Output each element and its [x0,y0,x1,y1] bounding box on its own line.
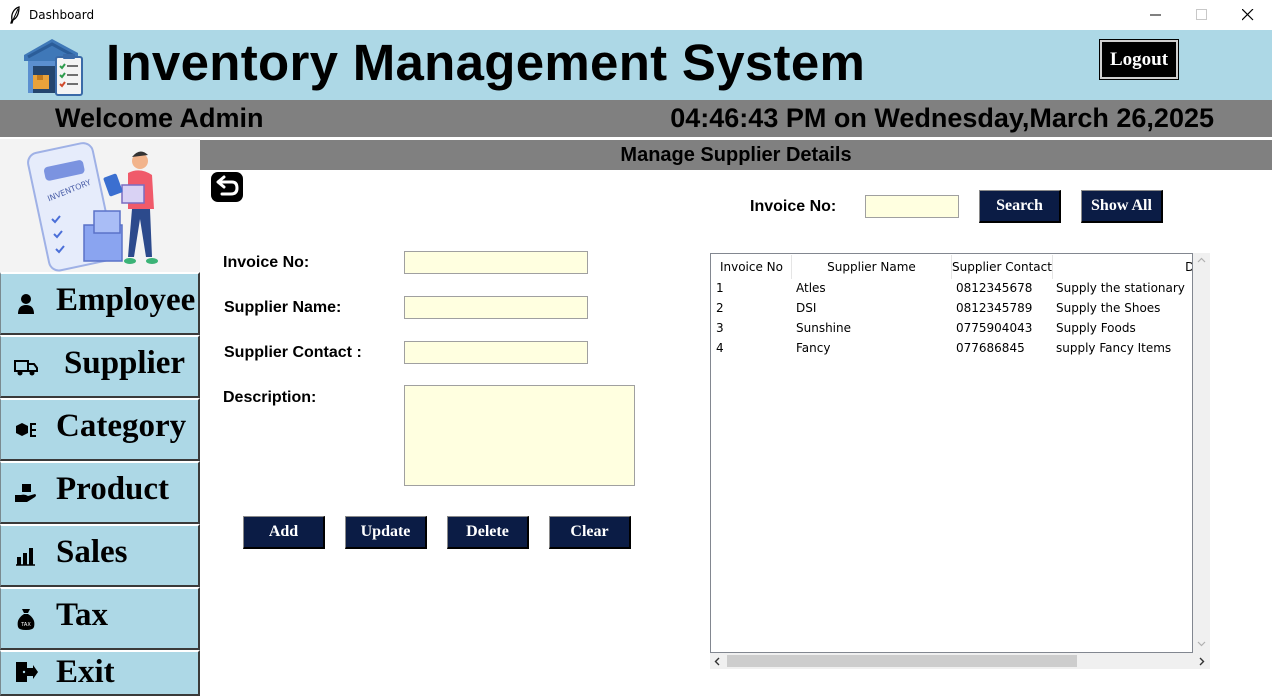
svg-text:TAX: TAX [20,622,31,628]
warehouse-logo-icon [24,39,83,96]
sidebar-item-exit[interactable]: Exit [0,650,200,696]
window-title: Dashboard [29,8,95,22]
supplier-name-input[interactable] [404,296,588,319]
sidebar: INVENTORY Employee Supplier Category Pro… [0,139,200,696]
search-invoice-label: Invoice No: [750,198,837,215]
logout-button[interactable]: Logout [1099,39,1179,80]
welcome-bar: Welcome Admin 04:46:43 PM on Wednesday,M… [0,100,1272,137]
exit-door-icon [16,662,38,682]
truck-icon [14,360,38,376]
supplier-name-label: Supplier Name: [224,299,342,316]
section-heading-bar: Manage Supplier Details [200,140,1272,170]
sidebar-item-label: Exit [56,654,115,690]
sidebar-item-sales[interactable]: Sales [0,524,200,587]
sidebar-item-product[interactable]: Product [0,461,200,524]
app-title: Inventory Management System [106,34,866,91]
welcome-text: Welcome Admin [55,103,264,133]
invoice-no-input[interactable] [404,251,588,274]
back-arrow-icon[interactable] [210,171,244,203]
update-button[interactable]: Update [345,516,427,549]
add-button[interactable]: Add [243,516,325,549]
table-cell: Supply the Shoes [1056,301,1161,315]
minimize-icon [1150,14,1161,16]
table-cell: Atles [796,281,826,295]
table-cell: Supply Foods [1056,321,1136,335]
column-header[interactable]: Supplier Name [792,255,952,279]
table-cell: DSI [796,301,817,315]
close-icon [1242,9,1254,21]
supplier-table[interactable]: Invoice No Supplier Name Supplier Contac… [710,253,1210,669]
category-icon [16,423,36,437]
app-header: Inventory Management System Logout [0,30,1272,100]
table-cell: Fancy [796,341,831,355]
app-window: Dashboard Inventory Management System Lo… [0,0,1272,696]
sidebar-item-supplier[interactable]: Supplier [0,335,200,398]
sidebar-item-tax[interactable]: TAX Tax [0,587,200,650]
sidebar-item-employee[interactable]: Employee [0,272,200,335]
table-cell: 0775904043 [956,321,1033,335]
description-textarea[interactable] [404,385,635,486]
table-cell: 077686845 [956,341,1025,355]
chevron-right-icon[interactable] [1199,657,1205,666]
supplier-contact-input[interactable] [404,341,588,364]
sidebar-item-label: Category [56,408,187,444]
close-button[interactable] [1225,0,1271,30]
maximize-icon [1196,9,1207,20]
tax-bag-icon: TAX [17,609,35,630]
maximize-button[interactable] [1179,0,1225,30]
product-hand-icon [15,484,36,502]
window-titlebar: Dashboard [0,0,1272,30]
chevron-up-icon[interactable] [1197,257,1206,263]
feather-icon [10,6,20,24]
horizontal-scrollbar[interactable] [710,653,1210,669]
sidebar-item-label: Employee [56,282,196,318]
sidebar-item-label: Product [56,471,170,507]
search-invoice-input[interactable] [865,195,959,218]
scrollbar-thumb[interactable] [727,655,1077,667]
chevron-down-icon[interactable] [1197,641,1206,647]
table-cell: 0812345678 [956,281,1033,295]
bar-chart-icon [16,548,35,566]
inventory-illustration-icon: INVENTORY [0,139,200,272]
minimize-button[interactable] [1133,0,1179,30]
section-heading: Manage Supplier Details [620,144,852,166]
sidebar-item-category[interactable]: Category [0,398,200,461]
sidebar-item-label: Tax [56,597,108,633]
table-cell: Sunshine [796,321,852,335]
delete-button[interactable]: Delete [447,516,529,549]
chevron-left-icon[interactable] [714,657,720,666]
search-button[interactable]: Search [979,190,1061,223]
description-label: Description: [223,389,317,406]
table-cell: 1 [716,281,724,295]
sidebar-item-label: Sales [56,534,128,570]
table-cell: 2 [716,301,724,315]
vertical-scrollbar[interactable] [1193,253,1210,653]
sidebar-item-label: Supplier [64,345,186,381]
table-viewport: Invoice No Supplier Name Supplier Contac… [710,253,1193,653]
datetime-text: 04:46:43 PM on Wednesday,March 26,2025 [670,103,1214,133]
clear-button[interactable]: Clear [549,516,631,549]
column-header[interactable]: Supplier Contact [952,255,1053,279]
table-cell: 4 [716,341,724,355]
person-icon [18,294,34,314]
show-all-button[interactable]: Show All [1081,190,1163,223]
table-cell: 3 [716,321,724,335]
table-cell: Supply the stationary [1056,281,1185,295]
column-header[interactable]: Invoice No [712,255,792,279]
invoice-no-label: Invoice No: [223,254,310,271]
table-cell: supply Fancy Items [1056,341,1172,355]
table-cell: 0812345789 [956,301,1033,315]
supplier-contact-label: Supplier Contact : [224,344,362,361]
column-header[interactable]: Des [1053,255,1192,279]
